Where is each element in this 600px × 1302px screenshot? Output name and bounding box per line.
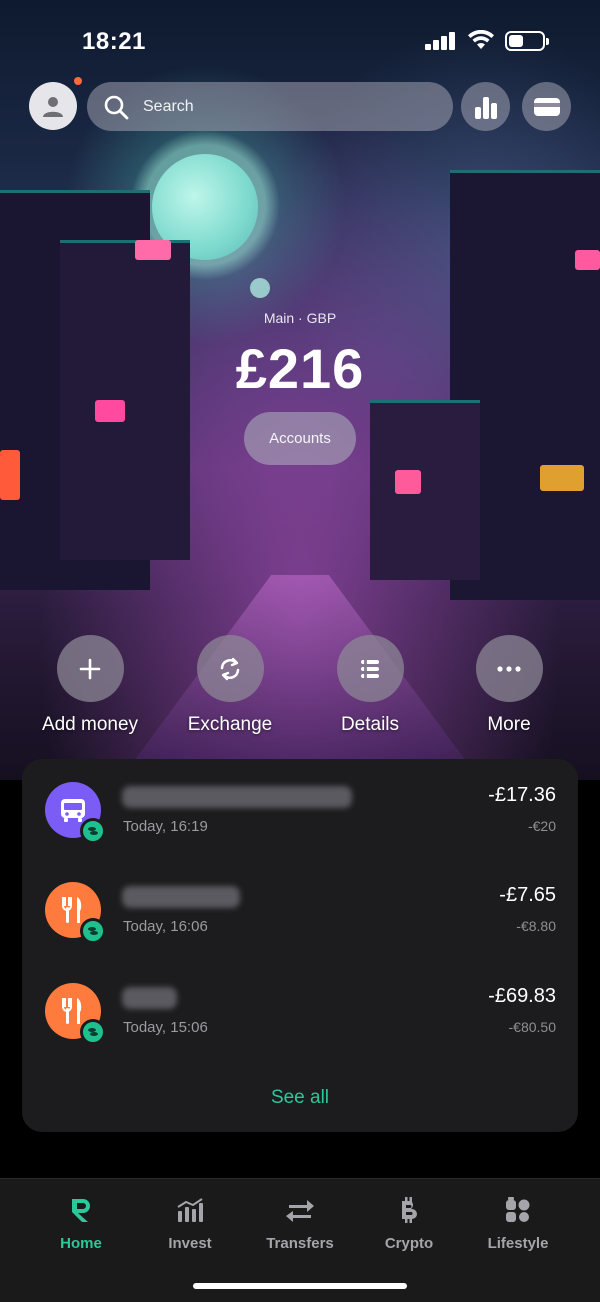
add-money-label: Add money [41, 714, 139, 735]
transaction-time: Today, 16:19 [123, 818, 208, 835]
transaction-row[interactable]: Today, 16:19 -£17.36 -€20 [22, 782, 578, 862]
battery-icon [505, 31, 549, 51]
nav-lifestyle-label: Lifestyle [487, 1235, 549, 1252]
neon-sign [395, 470, 421, 494]
more-icon [497, 665, 521, 672]
lifestyle-icon [506, 1197, 530, 1222]
see-all-link[interactable]: See all [22, 1087, 578, 1109]
account-name: Main · GBP [263, 310, 337, 326]
fork-knife-icon [62, 897, 82, 923]
home-indicator[interactable] [193, 1283, 407, 1289]
plus-icon [79, 658, 101, 679]
nav-transfers[interactable]: Transfers [245, 1195, 355, 1252]
transaction-original-amount: -€8.80 [516, 918, 556, 934]
exchange-label: Exchange [187, 714, 273, 735]
add-money-button[interactable] [56, 635, 124, 702]
transaction-merchant-redacted [122, 886, 240, 908]
exchange-icon [220, 657, 240, 680]
card-icon [533, 97, 560, 116]
account-balance: £216 [235, 337, 365, 400]
search-bar[interactable]: Search [87, 82, 453, 131]
transaction-amount: -£7.65 [499, 884, 556, 906]
details-action[interactable]: Details [300, 635, 440, 736]
more-action[interactable]: More [439, 635, 579, 736]
neon-sign [540, 465, 584, 491]
profile-avatar-button[interactable] [29, 82, 77, 130]
transaction-row[interactable]: Today, 16:06 -£7.65 -€8.80 [22, 882, 578, 962]
notification-dot [74, 77, 82, 85]
nav-invest[interactable]: Invest [135, 1195, 245, 1252]
status-bar: 18:21 [0, 0, 600, 80]
coins-badge-icon [80, 818, 106, 844]
nav-invest-label: Invest [168, 1235, 212, 1252]
nav-home[interactable]: Home [26, 1195, 136, 1252]
nav-home-label: Home [60, 1235, 102, 1252]
transaction-merchant-redacted [122, 987, 177, 1009]
transactions-card: Today, 16:19 -£17.36 -€20 Today, 16:06 -… [22, 759, 578, 1132]
details-icon [361, 659, 379, 678]
neon-sign [95, 400, 125, 422]
nav-crypto[interactable]: Crypto [354, 1195, 464, 1252]
search-placeholder: Search [143, 97, 194, 115]
small-moon-illustration [250, 278, 270, 298]
coins-badge-icon [80, 918, 106, 944]
building-right-2 [370, 400, 480, 580]
bar-chart-icon [474, 96, 497, 119]
nav-crypto-label: Crypto [384, 1235, 434, 1252]
transaction-time: Today, 15:06 [123, 1019, 208, 1036]
nav-transfers-label: Transfers [266, 1235, 334, 1252]
details-button[interactable] [336, 635, 404, 702]
exchange-action[interactable]: Exchange [160, 635, 300, 736]
nav-lifestyle[interactable]: Lifestyle [463, 1195, 573, 1252]
transaction-amount: -£69.83 [488, 985, 556, 1007]
transaction-row[interactable]: Today, 15:06 -£69.83 -€80.50 [22, 983, 578, 1063]
neon-sign [0, 450, 20, 500]
transaction-amount: -£17.36 [488, 784, 556, 806]
invest-chart-icon [177, 1198, 203, 1222]
transfers-arrows-icon [286, 1200, 314, 1222]
analytics-button[interactable] [461, 82, 510, 131]
revolut-r-icon [72, 1199, 90, 1222]
person-icon [43, 97, 63, 117]
search-icon [104, 95, 129, 119]
bitcoin-icon [402, 1197, 417, 1223]
status-time: 18:21 [82, 28, 146, 55]
transaction-time: Today, 16:06 [123, 918, 208, 935]
add-money-action[interactable]: Add money [20, 635, 160, 736]
transaction-merchant-redacted [122, 786, 352, 808]
cards-button[interactable] [522, 82, 571, 131]
fork-knife-icon [62, 998, 82, 1024]
more-label: More [487, 714, 531, 735]
neon-sign [575, 250, 600, 270]
transaction-original-amount: -€20 [527, 818, 556, 834]
transaction-original-amount: -€80.50 [508, 1019, 556, 1035]
wifi-icon [468, 30, 494, 49]
more-button[interactable] [475, 635, 543, 702]
cellular-signal-icon [425, 32, 457, 50]
accounts-button[interactable]: Accounts [244, 412, 356, 465]
neon-sign [135, 240, 171, 260]
exchange-button[interactable] [196, 635, 264, 702]
details-label: Details [340, 714, 400, 735]
coins-badge-icon [80, 1019, 106, 1045]
